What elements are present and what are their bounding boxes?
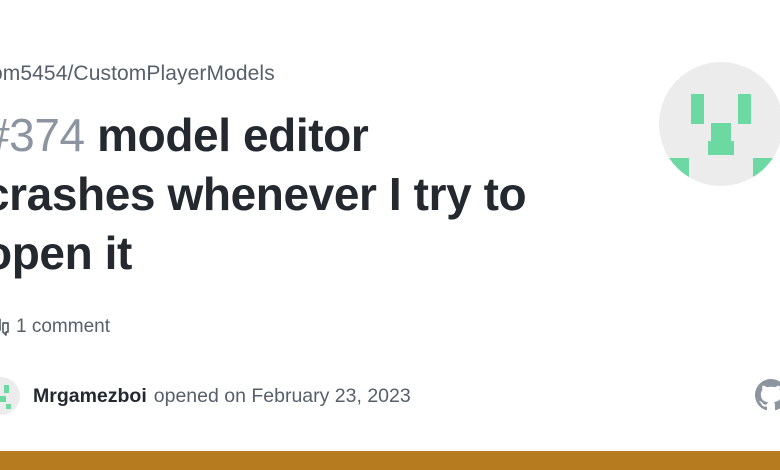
comment-icon: [0, 318, 9, 336]
repo-owner-avatar: [659, 62, 780, 186]
identicon-small: [0, 385, 11, 409]
accent-bar: [0, 451, 780, 470]
comment-count-label: 1 comment: [16, 316, 110, 337]
identicon-avatar: [667, 94, 775, 178]
author-avatar[interactable]: [0, 377, 20, 415]
author-name[interactable]: Mrgamezboi: [33, 385, 147, 408]
opened-date: opened on February 23, 2023: [153, 384, 411, 407]
issue-number: #374: [0, 109, 85, 161]
issue-author-row: Mrgamezboi opened on February 23, 2023: [0, 377, 411, 415]
github-logo-icon: [755, 379, 780, 411]
comment-count[interactable]: 1 comment: [0, 315, 110, 339]
repo-path[interactable]: om5454/CustomPlayerModels: [0, 62, 275, 86]
issue-title: #374 model editor crashes whenever I try…: [0, 106, 544, 283]
